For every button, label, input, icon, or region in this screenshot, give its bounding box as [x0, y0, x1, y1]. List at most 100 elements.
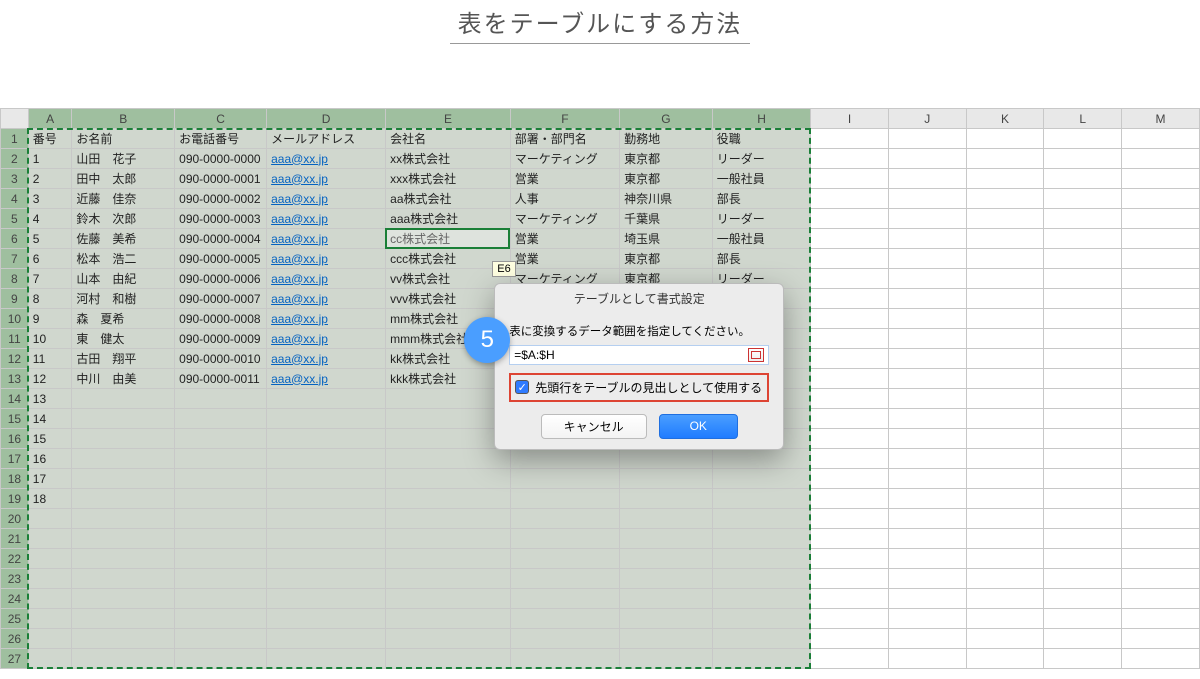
cell-I3[interactable]: [811, 169, 889, 189]
cell-B1[interactable]: お名前: [72, 129, 175, 149]
cell-G7[interactable]: 東京都: [620, 249, 713, 269]
row-header-23[interactable]: 23: [1, 569, 29, 589]
cell-M11[interactable]: [1122, 329, 1200, 349]
cell-M21[interactable]: [1122, 529, 1200, 549]
cell-J16[interactable]: [888, 429, 966, 449]
cell-H25[interactable]: [712, 609, 810, 629]
cell-B18[interactable]: [72, 469, 175, 489]
cell-H2[interactable]: リーダー: [712, 149, 810, 169]
cell-F25[interactable]: [510, 609, 619, 629]
col-header-E[interactable]: E: [386, 109, 511, 129]
cell-B11[interactable]: 東 健太: [72, 329, 175, 349]
cell-M3[interactable]: [1122, 169, 1200, 189]
cell-A16[interactable]: 15: [28, 429, 72, 449]
cell-A25[interactable]: [28, 609, 72, 629]
header-checkbox[interactable]: ✓: [515, 380, 529, 394]
cell-D24[interactable]: [267, 589, 386, 609]
cell-D27[interactable]: [267, 649, 386, 669]
cell-C12[interactable]: 090-0000-0010: [175, 349, 267, 369]
row-header-18[interactable]: 18: [1, 469, 29, 489]
cell-C10[interactable]: 090-0000-0008: [175, 309, 267, 329]
cell-E13[interactable]: kkk株式会社: [386, 369, 511, 389]
cell-H17[interactable]: [712, 449, 810, 469]
row-header-19[interactable]: 19: [1, 489, 29, 509]
cell-K8[interactable]: [966, 269, 1044, 289]
cell-B14[interactable]: [72, 389, 175, 409]
cell-F4[interactable]: 人事: [510, 189, 619, 209]
cell-J18[interactable]: [888, 469, 966, 489]
cell-F1[interactable]: 部署・部門名: [510, 129, 619, 149]
cell-K17[interactable]: [966, 449, 1044, 469]
cell-G2[interactable]: 東京都: [620, 149, 713, 169]
mail-link[interactable]: aaa@xx.jp: [271, 372, 328, 386]
cell-L22[interactable]: [1044, 549, 1122, 569]
cell-I18[interactable]: [811, 469, 889, 489]
cell-K23[interactable]: [966, 569, 1044, 589]
cell-L27[interactable]: [1044, 649, 1122, 669]
cell-A21[interactable]: [28, 529, 72, 549]
cell-I13[interactable]: [811, 369, 889, 389]
cell-L12[interactable]: [1044, 349, 1122, 369]
cell-E18[interactable]: [386, 469, 511, 489]
cell-K27[interactable]: [966, 649, 1044, 669]
cell-K11[interactable]: [966, 329, 1044, 349]
cell-B20[interactable]: [72, 509, 175, 529]
cell-F26[interactable]: [510, 629, 619, 649]
col-header-K[interactable]: K: [966, 109, 1044, 129]
cell-J10[interactable]: [888, 309, 966, 329]
cell-D15[interactable]: [267, 409, 386, 429]
cell-A2[interactable]: 1: [28, 149, 72, 169]
cell-L16[interactable]: [1044, 429, 1122, 449]
row-header-8[interactable]: 8: [1, 269, 29, 289]
row-header-12[interactable]: 12: [1, 349, 29, 369]
cell-M14[interactable]: [1122, 389, 1200, 409]
cell-J1[interactable]: [888, 129, 966, 149]
cell-L7[interactable]: [1044, 249, 1122, 269]
cell-I16[interactable]: [811, 429, 889, 449]
cell-H27[interactable]: [712, 649, 810, 669]
cell-K13[interactable]: [966, 369, 1044, 389]
cell-I5[interactable]: [811, 209, 889, 229]
cell-I7[interactable]: [811, 249, 889, 269]
cell-L18[interactable]: [1044, 469, 1122, 489]
cell-C6[interactable]: 090-0000-0004: [175, 229, 267, 249]
cell-A7[interactable]: 6: [28, 249, 72, 269]
cell-H7[interactable]: 部長: [712, 249, 810, 269]
cell-I26[interactable]: [811, 629, 889, 649]
cell-L14[interactable]: [1044, 389, 1122, 409]
cell-L8[interactable]: [1044, 269, 1122, 289]
cell-A24[interactable]: [28, 589, 72, 609]
cell-C27[interactable]: [175, 649, 267, 669]
cell-H3[interactable]: 一般社員: [712, 169, 810, 189]
cell-F27[interactable]: [510, 649, 619, 669]
cell-L25[interactable]: [1044, 609, 1122, 629]
row-header-26[interactable]: 26: [1, 629, 29, 649]
cell-G26[interactable]: [620, 629, 713, 649]
cell-K19[interactable]: [966, 489, 1044, 509]
cell-M13[interactable]: [1122, 369, 1200, 389]
cell-L3[interactable]: [1044, 169, 1122, 189]
col-header-H[interactable]: H: [712, 109, 810, 129]
cell-F20[interactable]: [510, 509, 619, 529]
cell-G5[interactable]: 千葉県: [620, 209, 713, 229]
cell-D21[interactable]: [267, 529, 386, 549]
cell-E19[interactable]: [386, 489, 511, 509]
cell-K10[interactable]: [966, 309, 1044, 329]
mail-link[interactable]: aaa@xx.jp: [271, 212, 328, 226]
cell-C19[interactable]: [175, 489, 267, 509]
cell-H19[interactable]: [712, 489, 810, 509]
range-input-row[interactable]: [509, 345, 769, 365]
cell-A8[interactable]: 7: [28, 269, 72, 289]
row-header-3[interactable]: 3: [1, 169, 29, 189]
cell-A6[interactable]: 5: [28, 229, 72, 249]
cell-J9[interactable]: [888, 289, 966, 309]
cell-K9[interactable]: [966, 289, 1044, 309]
cell-H24[interactable]: [712, 589, 810, 609]
cell-I9[interactable]: [811, 289, 889, 309]
col-header-J[interactable]: J: [888, 109, 966, 129]
cell-B22[interactable]: [72, 549, 175, 569]
cell-F19[interactable]: [510, 489, 619, 509]
mail-link[interactable]: aaa@xx.jp: [271, 272, 328, 286]
cell-I19[interactable]: [811, 489, 889, 509]
cell-I15[interactable]: [811, 409, 889, 429]
